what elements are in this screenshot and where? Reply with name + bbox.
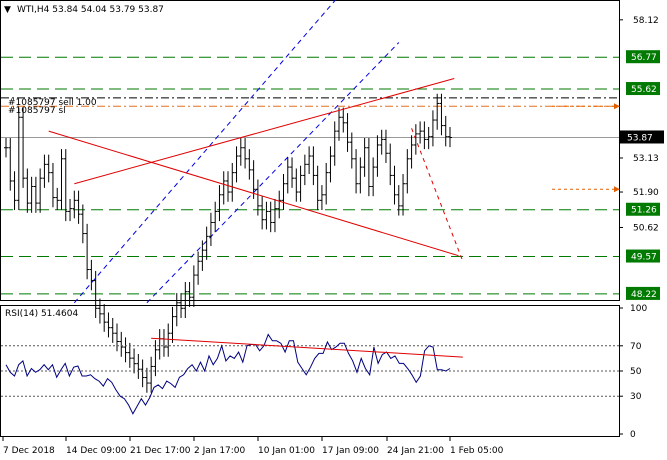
- rsi-label: RSI(14) 51.4604: [5, 309, 78, 319]
- time-tick-label: 7 Dec 2018: [3, 446, 55, 456]
- time-tick-label: 21 Dec 17:00: [130, 446, 191, 456]
- time-tick-label: 10 Jan 01:00: [258, 446, 315, 456]
- time-tick-label: 24 Jan 21:00: [387, 446, 444, 456]
- time-tick-label: 17 Jan 09:00: [322, 446, 379, 456]
- rsi-tick-label: 0: [630, 430, 636, 440]
- chart-title-marker: ▼: [4, 5, 11, 15]
- rsi-tick-label: 100: [630, 304, 647, 314]
- price-tick-label: 51.90: [633, 188, 659, 198]
- price-tick-label: 53.13: [633, 154, 659, 164]
- rsi-tick-label: 50: [630, 367, 642, 377]
- chart-title: WTI,H4 53.84 54.04 53.79 53.87: [17, 5, 164, 15]
- rsi-tick-label: 30: [630, 392, 642, 402]
- price-panel-frame: [0, 0, 620, 301]
- trading-chart: 56.77 55.62 51.26 49.57 48.22 53.87 58.12 53.13…: [0, 0, 664, 456]
- level-label: 51.26: [631, 206, 657, 216]
- level-label: 55.62: [631, 85, 657, 95]
- level-label: 48.22: [631, 290, 657, 300]
- time-axis: 7 Dec 2018 14 Dec 09:00 21 Dec 17:00 2 Jan …: [2, 437, 504, 456]
- level-label: 49.57: [631, 253, 657, 263]
- time-tick-label: 2 Jan 17:00: [194, 446, 246, 456]
- price-axis: 56.77 55.62 51.26 49.57 48.22 53.87 58.12 53.13…: [619, 16, 664, 440]
- order-label-sl: #1085797 sl: [8, 106, 66, 116]
- time-tick-label: 1 Feb 05:00: [450, 446, 504, 456]
- rsi-tick-label: 70: [630, 342, 642, 352]
- level-label: 56.77: [631, 53, 657, 63]
- price-tick-label: 58.12: [633, 16, 659, 26]
- price-tick-label: 50.62: [633, 223, 659, 233]
- time-tick-label: 14 Dec 09:00: [66, 446, 127, 456]
- current-price-label: 53.87: [627, 133, 653, 143]
